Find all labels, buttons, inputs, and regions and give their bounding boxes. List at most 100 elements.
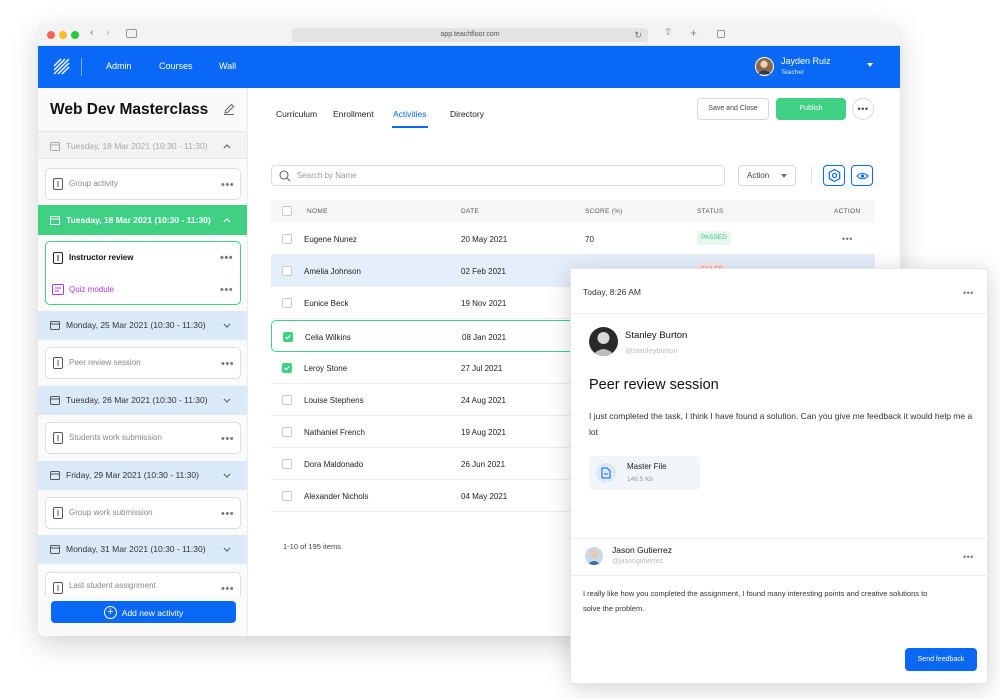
more-options-icon[interactable]: •••: [221, 584, 234, 595]
activity-title: Instructor review: [69, 253, 134, 262]
author-avatar[interactable]: [589, 327, 618, 356]
add-new-activity-button[interactable]: + Add new activity: [51, 601, 236, 623]
user-avatar[interactable]: [755, 57, 774, 76]
row-checkbox[interactable]: [282, 266, 292, 276]
session-date: Friday, 29 Mar 2021 (10:30 - 11:30): [66, 470, 199, 480]
tab-enrollment[interactable]: Enrollment: [333, 109, 374, 119]
browser-titlebar: ‹ › app.teachfloor.com ↻ ⇧ +: [38, 24, 900, 46]
chevron-down-icon[interactable]: [222, 470, 232, 480]
more-options-icon[interactable]: •••: [221, 434, 234, 445]
reply-more-options-icon[interactable]: •••: [963, 552, 974, 562]
publish-button[interactable]: Publish: [776, 98, 846, 120]
column-header-date[interactable]: DATE: [461, 208, 479, 215]
plus-circle-icon: +: [103, 606, 117, 620]
more-options-icon[interactable]: •••: [220, 285, 233, 296]
tab-curriculum[interactable]: Curriculum: [276, 109, 317, 119]
nav-wall[interactable]: Wall: [219, 61, 236, 71]
edit-pencil-icon[interactable]: [222, 102, 236, 116]
new-tab-icon[interactable]: +: [690, 26, 697, 40]
tab-activities[interactable]: Activities: [393, 109, 427, 119]
chevron-down-icon[interactable]: [222, 395, 232, 405]
settings-button[interactable]: [823, 165, 845, 186]
row-checkbox[interactable]: [282, 298, 292, 308]
column-header-score[interactable]: SCORE (%): [585, 208, 623, 215]
cell-score: 70: [585, 235, 594, 244]
row-checkbox[interactable]: [282, 491, 292, 501]
activity-card[interactable]: Group activity •••: [45, 168, 241, 200]
select-all-checkbox[interactable]: [282, 206, 292, 216]
nav-admin[interactable]: Admin: [106, 61, 132, 71]
session-date-row-active[interactable]: Tuesday, 18 Mar 2021 (10:30 - 11:30): [38, 205, 247, 235]
add-new-activity-label: Add new activity: [121, 607, 184, 618]
minimize-window-button[interactable]: [59, 31, 67, 39]
search-input[interactable]: Search by Name: [271, 165, 725, 186]
activity-title: Group activity: [69, 179, 118, 188]
activity-item-instructor-review[interactable]: Instructor review •••: [46, 242, 240, 273]
session-date-row[interactable]: Tuesday, 18 Mar 2021 (10:30 - 11:30): [38, 131, 247, 159]
row-checkbox[interactable]: [282, 395, 292, 405]
url-bar[interactable]: app.teachfloor.com ↻: [292, 28, 648, 42]
tab-directory[interactable]: Directory: [450, 109, 484, 119]
table-header: NOME DATE SCORE (%) STATUS ACTION: [271, 200, 875, 222]
activity-card[interactable]: Group work submission •••: [45, 497, 241, 529]
caret-down-icon: [781, 174, 787, 178]
share-icon[interactable]: ⇧: [664, 27, 672, 38]
user-menu-caret-icon[interactable]: [867, 63, 873, 67]
teachfloor-logo-icon[interactable]: [52, 57, 72, 77]
action-select[interactable]: Action: [738, 165, 796, 186]
row-checkbox[interactable]: [282, 459, 292, 469]
preview-button[interactable]: [851, 165, 873, 186]
quiz-icon: [52, 284, 64, 295]
column-header-status[interactable]: STATUS: [697, 208, 723, 215]
calendar-icon: [50, 471, 60, 480]
row-checkbox[interactable]: [282, 363, 292, 373]
chevron-up-icon[interactable]: [222, 215, 232, 225]
cell-date: 24 Aug 2021: [461, 396, 506, 405]
activity-card[interactable]: Students work submission •••: [45, 422, 241, 454]
session-date-row[interactable]: Monday, 25 Mar 2021 (10:30 - 11:30): [38, 311, 247, 340]
more-options-icon[interactable]: •••: [220, 253, 233, 264]
cell-date: 19 Aug 2021: [461, 428, 506, 437]
chevron-down-icon[interactable]: [222, 320, 232, 330]
reload-icon[interactable]: ↻: [634, 28, 642, 42]
row-checkbox[interactable]: [282, 234, 292, 244]
panel-more-options-icon[interactable]: •••: [963, 288, 974, 298]
send-feedback-button[interactable]: Send feedback: [905, 648, 977, 671]
more-options-icon[interactable]: •••: [221, 509, 234, 520]
session-date-row[interactable]: Friday, 29 Mar 2021 (10:30 - 11:30): [38, 461, 247, 490]
author-name[interactable]: Stanley Burton: [625, 330, 687, 341]
save-and-close-button[interactable]: Save and Close: [697, 98, 769, 120]
more-options-icon[interactable]: •••: [221, 359, 234, 370]
row-more-options-icon[interactable]: •••: [842, 234, 853, 244]
session-date-row[interactable]: Monday, 31 Mar 2021 (10:30 - 11:30): [38, 535, 247, 564]
eye-icon: [856, 172, 869, 180]
attached-file[interactable]: Master File 146.5 Kb: [589, 456, 700, 490]
cell-name: Alexander Nichols: [304, 492, 369, 501]
user-name[interactable]: Jayden Ruiz: [781, 56, 831, 66]
row-checkbox[interactable]: [283, 332, 293, 342]
back-icon[interactable]: ‹: [90, 27, 94, 39]
row-checkbox[interactable]: [282, 427, 292, 437]
maximize-window-button[interactable]: [71, 31, 79, 39]
table-row[interactable]: Eugene Nunez 20 May 2021 70 PASSED •••: [271, 223, 875, 255]
activity-card[interactable]: Peer review session •••: [45, 347, 241, 379]
course-title: Web Dev Masterclass: [50, 101, 209, 118]
close-window-button[interactable]: [47, 31, 55, 39]
chevron-down-icon[interactable]: [222, 544, 232, 554]
more-options-button[interactable]: •••: [852, 98, 874, 120]
cell-name: Eugene Nunez: [304, 235, 357, 244]
nav-courses[interactable]: Courses: [159, 61, 193, 71]
reply-author-avatar[interactable]: [585, 547, 603, 565]
tabs-overview-icon[interactable]: [717, 30, 725, 38]
session-date-row[interactable]: Tuesday, 26 Mar 2021 (10:30 - 11:30): [38, 386, 247, 415]
activity-item-quiz-module[interactable]: Quiz module •••: [46, 274, 240, 305]
activity-card[interactable]: Last student assignment •••: [45, 572, 241, 596]
reply-author-name[interactable]: Jason Gutierrez: [612, 545, 672, 555]
forward-icon[interactable]: ›: [106, 27, 110, 39]
more-options-icon: •••: [857, 104, 869, 114]
session-date: Tuesday, 26 Mar 2021 (10:30 - 11:30): [66, 395, 208, 405]
more-options-icon[interactable]: •••: [221, 180, 234, 191]
sidebar-toggle-icon[interactable]: [126, 29, 137, 38]
column-header-name[interactable]: NOME: [307, 208, 328, 215]
chevron-up-icon[interactable]: [222, 141, 232, 151]
